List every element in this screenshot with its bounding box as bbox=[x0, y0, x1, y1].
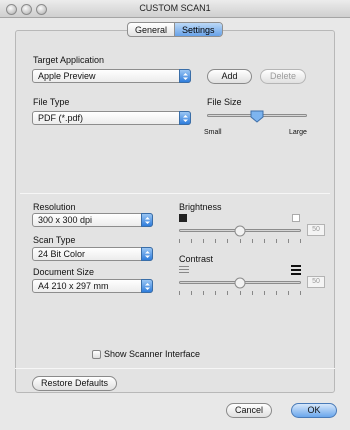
file-size-min-label: Small bbox=[204, 129, 222, 136]
slider-tick bbox=[300, 239, 301, 243]
contrast-value: 50 bbox=[307, 276, 325, 288]
tab-general[interactable]: General bbox=[128, 23, 174, 36]
file-type-label: File Type bbox=[33, 97, 70, 107]
restore-defaults-button[interactable]: Restore Defaults bbox=[32, 376, 117, 391]
slider-tick bbox=[240, 291, 241, 295]
title-bar: CUSTOM SCAN1 bbox=[0, 0, 350, 18]
ok-button[interactable]: OK bbox=[291, 403, 337, 418]
slider-tick bbox=[227, 239, 228, 243]
popup-arrows-icon bbox=[179, 69, 191, 83]
section-divider bbox=[20, 193, 330, 194]
resolution-label: Resolution bbox=[33, 202, 76, 212]
scan-type-label: Scan Type bbox=[33, 235, 76, 245]
slider-tick bbox=[215, 239, 216, 243]
slider-tick bbox=[215, 291, 216, 295]
popup-arrows-icon bbox=[141, 279, 153, 293]
target-application-value: Apple Preview bbox=[38, 71, 96, 81]
slider-tick bbox=[264, 239, 265, 243]
resolution-select[interactable]: 300 x 300 dpi bbox=[32, 213, 153, 227]
bottom-divider bbox=[15, 368, 335, 369]
slider-tick bbox=[191, 239, 192, 243]
resolution-value: 300 x 300 dpi bbox=[38, 215, 93, 225]
brightness-value: 50 bbox=[307, 224, 325, 236]
slider-tick bbox=[276, 291, 277, 295]
slider-tick bbox=[288, 291, 289, 295]
document-size-value: A4 210 x 297 mm bbox=[38, 281, 109, 291]
file-type-select[interactable]: PDF (*.pdf) bbox=[32, 111, 191, 125]
show-scanner-interface-label: Show Scanner Interface bbox=[104, 349, 201, 359]
popup-arrows-icon bbox=[141, 247, 153, 261]
slider-tick bbox=[203, 239, 204, 243]
brightness-slider-ticks bbox=[179, 239, 301, 243]
slider-tick bbox=[288, 239, 289, 243]
slider-tick bbox=[276, 239, 277, 243]
light-square-icon bbox=[292, 214, 300, 222]
brightness-label: Brightness bbox=[179, 202, 222, 212]
document-size-select[interactable]: A4 210 x 297 mm bbox=[32, 279, 153, 293]
slider-tick bbox=[203, 291, 204, 295]
high-contrast-icon bbox=[291, 265, 301, 275]
scan-type-value: 24 Bit Color bbox=[38, 249, 86, 259]
add-application-button[interactable]: Add bbox=[207, 69, 252, 84]
slider-tick bbox=[240, 239, 241, 243]
slider-tick bbox=[300, 291, 301, 295]
file-size-max-label: Large bbox=[289, 129, 307, 136]
low-contrast-icon bbox=[179, 266, 189, 273]
slider-tick bbox=[252, 239, 253, 243]
show-scanner-interface-checkbox[interactable] bbox=[92, 350, 101, 359]
tab-settings[interactable]: Settings bbox=[174, 23, 222, 36]
dark-square-icon bbox=[179, 214, 187, 222]
contrast-label: Contrast bbox=[179, 254, 214, 264]
popup-arrows-icon bbox=[179, 111, 191, 125]
target-application-select[interactable]: Apple Preview bbox=[32, 69, 191, 83]
brightness-slider-thumb[interactable] bbox=[234, 225, 246, 237]
slider-tick bbox=[264, 291, 265, 295]
contrast-slider-thumb[interactable] bbox=[234, 277, 246, 289]
target-application-label: Target Application bbox=[33, 55, 105, 65]
scan-type-select[interactable]: 24 Bit Color bbox=[32, 247, 153, 261]
file-size-slider-thumb[interactable] bbox=[250, 110, 264, 123]
delete-application-button[interactable]: Delete bbox=[260, 69, 306, 84]
slider-tick bbox=[179, 239, 180, 243]
file-size-label: File Size bbox=[207, 97, 242, 107]
slider-tick bbox=[252, 291, 253, 295]
contrast-slider-ticks bbox=[179, 291, 301, 295]
slider-tick bbox=[191, 291, 192, 295]
slider-tick bbox=[227, 291, 228, 295]
window-title: CUSTOM SCAN1 bbox=[139, 3, 211, 13]
file-type-value: PDF (*.pdf) bbox=[38, 113, 84, 123]
tab-bar: General Settings bbox=[127, 22, 223, 37]
custom-scan-dialog: CUSTOM SCAN1 General Settings Target App… bbox=[0, 0, 350, 430]
popup-arrows-icon bbox=[141, 213, 153, 227]
cancel-button[interactable]: Cancel bbox=[226, 403, 272, 418]
slider-tick bbox=[179, 291, 180, 295]
document-size-label: Document Size bbox=[33, 267, 95, 277]
